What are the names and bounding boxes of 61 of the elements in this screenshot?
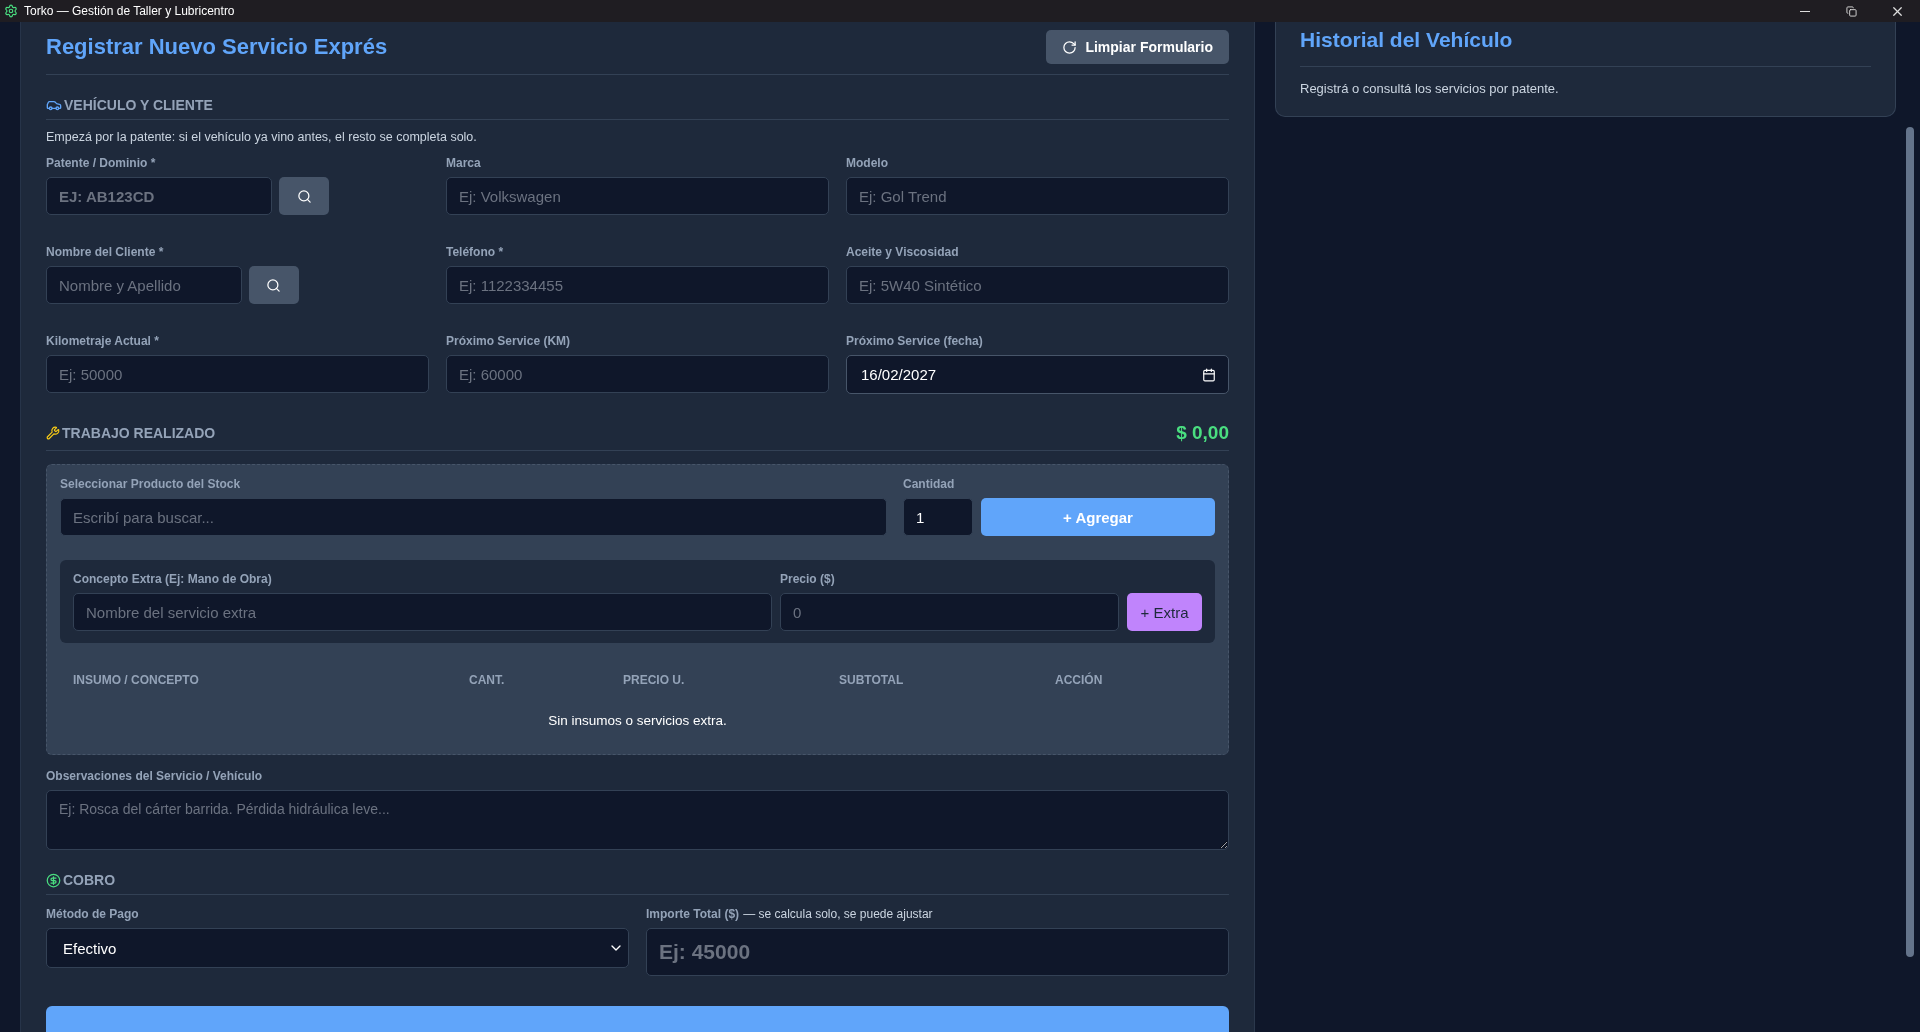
search-button[interactable] xyxy=(248,266,299,304)
minimize-icon xyxy=(1800,10,1810,12)
refresh-icon xyxy=(1062,39,1078,55)
column-header: CANT. xyxy=(469,673,506,687)
field-label: Kilometraje Actual * xyxy=(46,334,160,348)
price-field[interactable]: 0 xyxy=(780,593,1119,631)
field-label: Marca xyxy=(446,156,482,170)
input-field[interactable]: Ej: Gol Trend xyxy=(846,177,1229,215)
field-label: Aceite y Viscosidad xyxy=(846,245,960,259)
dollar-icon xyxy=(46,872,61,888)
product-search-field[interactable]: Escribí para buscar... xyxy=(60,498,887,536)
field-label: Patente / Dominio * xyxy=(46,156,157,170)
field-note: — se calcula solo, se puede ajustar xyxy=(743,907,933,921)
field-label: Nombre del Cliente * xyxy=(46,245,165,259)
input-field[interactable]: Ej: 5W40 Sintético xyxy=(846,266,1229,304)
input-field[interactable]: Nombre y Apellido xyxy=(46,266,242,304)
field-label: Observaciones del Servicio / Vehículo xyxy=(46,769,264,783)
input-field[interactable]: Ej: Volkswagen xyxy=(446,177,829,215)
search-button[interactable] xyxy=(279,177,330,215)
quantity-field[interactable]: 1 xyxy=(903,498,973,536)
date-field[interactable]: 16/02/2027 xyxy=(846,355,1229,394)
field-label: Próximo Service (fecha) xyxy=(846,334,984,348)
empty-message: Sin insumos o servicios extra. xyxy=(547,713,728,728)
field-label: Concepto Extra (Ej: Mano de Obra) xyxy=(73,572,273,586)
hint-text: Empezá por la patente: si el vehículo ya vino antes, el resto se completa solo. xyxy=(46,130,478,144)
input-field[interactable]: Ej: 1122334455 xyxy=(446,266,829,304)
field-label: Seleccionar Producto del Stock xyxy=(60,477,242,491)
search-icon xyxy=(266,277,282,293)
field-label: Precio ($) xyxy=(780,572,836,586)
amount-field[interactable]: Ej: 45000 xyxy=(646,928,1229,976)
clear-form-button[interactable]: Limpiar Formulario xyxy=(1046,30,1229,64)
column-header: PRECIO U. xyxy=(623,673,686,687)
section-heading: VEHÍCULO Y CLIENTE xyxy=(64,97,213,113)
window-title: Torko — Gestión de Taller y Lubricentro xyxy=(24,4,235,18)
search-icon xyxy=(296,188,312,204)
form-title: Registrar Nuevo Servicio Exprés xyxy=(46,34,388,60)
field-label: Modelo xyxy=(846,156,889,170)
extra-button[interactable]: + Extra xyxy=(1127,593,1202,631)
history-title: Historial del Vehículo xyxy=(1300,28,1871,67)
field-label: Importe Total ($) xyxy=(646,907,740,921)
total-amount: $ 0,00 xyxy=(1176,422,1229,444)
section-heading: COBRO xyxy=(63,872,116,888)
input-field[interactable]: Ej: 60000 xyxy=(446,355,829,393)
input-field[interactable]: EJ: AB123CD xyxy=(46,177,273,215)
gear-icon xyxy=(4,4,18,18)
field-label: Cantidad xyxy=(903,477,956,491)
column-header: INSUMO / CONCEPTO xyxy=(73,673,200,687)
history-text: Registrá o consultá los servicios por patente. xyxy=(1300,81,1560,96)
restore-icon xyxy=(1845,5,1857,17)
field-label: Método de Pago xyxy=(46,907,140,921)
input-field[interactable]: Nombre del servicio extra xyxy=(73,593,772,631)
field-label: Próximo Service (KM) xyxy=(446,334,572,348)
notes-field[interactable]: Ej: Rosca del cárter barrida. Pérdida hidráulica leve... xyxy=(46,790,1229,850)
calendar-icon xyxy=(1202,367,1216,382)
payment-method-select[interactable]: Efectivo xyxy=(46,928,629,968)
input-field[interactable]: Ej: 50000 xyxy=(46,355,429,393)
field-label: Teléfono * xyxy=(446,245,505,259)
section-heading: TRABAJO REALIZADO xyxy=(62,425,216,441)
column-header: SUBTOTAL xyxy=(839,673,905,687)
column-header: ACCIÓN xyxy=(1055,673,1104,687)
wrench-icon xyxy=(46,426,60,440)
